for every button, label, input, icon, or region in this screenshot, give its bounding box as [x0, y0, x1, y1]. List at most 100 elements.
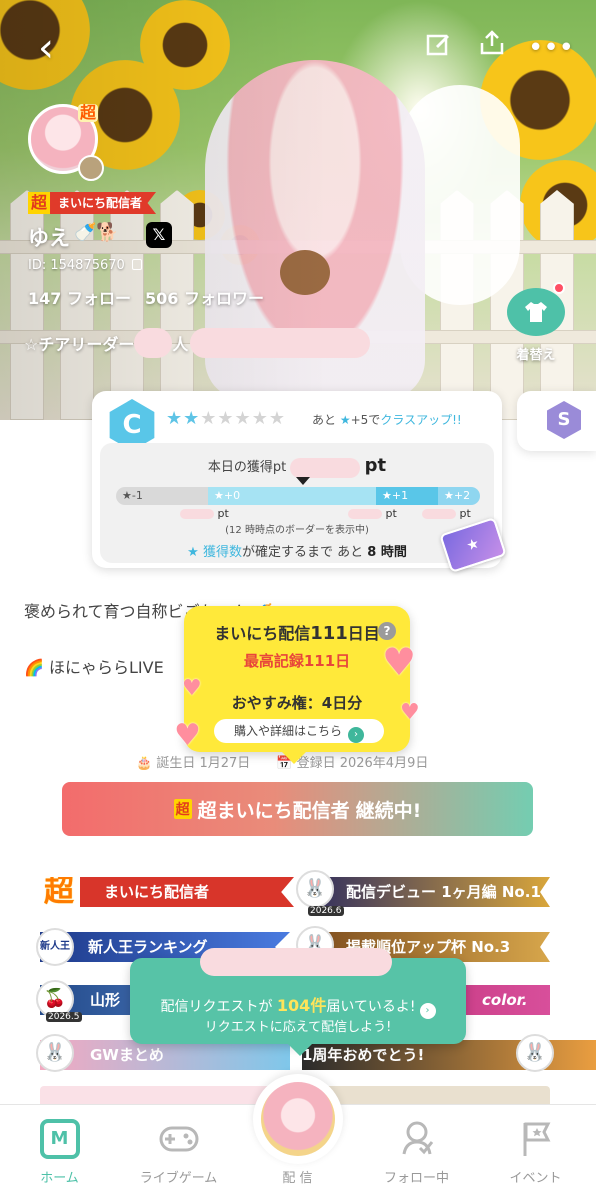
- confirm-star-icon: ★: [187, 545, 199, 560]
- stream-button[interactable]: [253, 1074, 343, 1164]
- pt-redacted: [180, 509, 214, 519]
- border-pt-2: pt: [348, 507, 397, 520]
- user-name: ゆえ: [28, 226, 70, 250]
- nav-event[interactable]: イベント: [476, 1105, 595, 1186]
- streak-title: まいにち配信111日目: [184, 620, 410, 644]
- nav-home[interactable]: M ホーム: [0, 1105, 119, 1186]
- continue-suffix: 継続中!: [355, 799, 422, 822]
- name-deco-icons: 🍼🐕: [74, 222, 119, 243]
- cheer-names-redacted: [190, 328, 371, 358]
- buy-details-label: 購入や詳細はこちら: [233, 724, 342, 738]
- heart-icon: ♥: [182, 676, 202, 701]
- chevron-right-icon: ›: [348, 727, 364, 743]
- pt-unit: pt: [385, 507, 397, 520]
- border-pt-1: pt: [180, 507, 229, 520]
- nav-live-game-label: ライブゲーム: [139, 1171, 218, 1186]
- mainichi-streamer-tag: 超 まいにち配信者: [28, 192, 157, 214]
- continue-main: 超まいにち配信者: [197, 799, 350, 822]
- edit-icon[interactable]: [418, 28, 458, 68]
- classup-star-icon: ★: [339, 413, 351, 427]
- segment-minus1: ★-1: [116, 487, 208, 505]
- badge-gw[interactable]: GWまとめ: [40, 1040, 290, 1070]
- nav-home-label: ホーム: [40, 1171, 79, 1186]
- help-icon[interactable]: ?: [378, 622, 396, 640]
- streak-days: 111: [310, 623, 348, 644]
- request-prefix: 配信リクエストが: [160, 999, 273, 1015]
- rabbit-icon: 🐰: [296, 870, 334, 908]
- request-unit: 件: [310, 996, 327, 1015]
- current-position-marker: [296, 477, 310, 485]
- rabbit-icon: 🐰: [516, 1034, 554, 1072]
- tag-text: まいにち配信者: [50, 192, 157, 214]
- today-points-label: 本日の獲得pt: [207, 460, 287, 475]
- dressup-label: 着替え: [516, 348, 556, 363]
- stars-earned: ★★: [166, 408, 201, 429]
- x-link-icon[interactable]: 𝕏: [146, 222, 172, 248]
- notification-dot: [553, 282, 565, 294]
- buy-details-button[interactable]: 購入や詳細はこちら ›: [214, 719, 384, 743]
- nav-live-game[interactable]: ライブゲーム: [119, 1105, 238, 1186]
- follower-count[interactable]: 506 フォロワー: [145, 285, 264, 309]
- today-points-redacted: [290, 457, 361, 478]
- event-flag-icon: [516, 1119, 556, 1159]
- user-id[interactable]: ID: 154875670: [28, 258, 142, 273]
- badge-year: 2026.6: [308, 906, 344, 916]
- request-redacted: [200, 948, 392, 976]
- confirm-hours: 8 時間: [367, 545, 407, 560]
- segment-plus1: ★+1: [376, 487, 438, 505]
- streak-continue-banner[interactable]: 超 超まいにち配信者 継続中!: [62, 782, 533, 836]
- stars-remaining: ★★★★★: [200, 408, 286, 429]
- confirm-note: ★ 獲得数が確定するまで あと 8 時間: [100, 541, 494, 560]
- ranking-box: 本日の獲得pt pt ★-1 ★+0 ★+1 ★+2 pt pt pt (12 …: [100, 443, 494, 563]
- user-id-text: ID: 154875670: [28, 258, 125, 273]
- nav-following[interactable]: フォロー中: [357, 1105, 476, 1186]
- follow-count[interactable]: 147 フォロー: [28, 285, 131, 309]
- pt-unit: pt: [459, 507, 471, 520]
- cheerleader-row[interactable]: ☆チアリーダー 人: [24, 328, 371, 358]
- badge-debut[interactable]: 配信デビュー 1ヶ月編 No.1: [302, 877, 550, 907]
- class-card[interactable]: C ★★★★★★★ あと ★+5でクラスアップ!! 本日の獲得pt pt ★-1…: [92, 391, 507, 573]
- next-class-tab[interactable]: S: [517, 391, 596, 451]
- badge-mainichi[interactable]: 超 まいにち配信者: [44, 877, 294, 907]
- more-icon[interactable]: •••: [528, 28, 574, 68]
- copy-icon[interactable]: [131, 259, 142, 270]
- classup-link[interactable]: クラスアップ!!: [380, 413, 461, 427]
- rest-rights: おやすみ権：4日分: [231, 694, 363, 712]
- dressup-button[interactable]: [507, 288, 565, 336]
- classup-text: あと ★+5でクラスアップ!!: [312, 411, 462, 428]
- nav-stream-label: 配 信: [282, 1171, 313, 1186]
- sub-avatar: [78, 155, 104, 181]
- nav-following-label: フォロー中: [383, 1171, 449, 1186]
- today-points: 本日の獲得pt pt: [100, 455, 494, 478]
- request-suffix: 届いているよ!: [326, 999, 416, 1015]
- segment-zero: ★+0: [208, 487, 376, 505]
- streak-title-suffix: 日目: [347, 624, 380, 643]
- rookie-icon: 新人王: [36, 928, 74, 966]
- share-icon[interactable]: [472, 28, 512, 68]
- heart-icon: ♥: [174, 718, 201, 753]
- request-popup[interactable]: 配信リクエストが 104件届いているよ! › リクエストに応えて配信しよう!: [130, 948, 466, 1056]
- pt-redacted: [422, 509, 456, 519]
- chevron-left-icon[interactable]: ‹: [26, 28, 66, 68]
- border-note: (12 時時点のボーダーを表示中): [225, 525, 369, 536]
- heart-icon: ♥: [400, 700, 420, 725]
- confirm-blue-text: 獲得数: [202, 545, 242, 560]
- segment-plus2: ★+2: [438, 487, 480, 505]
- classup-prefix: あと: [312, 413, 337, 427]
- rank-bar: ★-1 ★+0 ★+1 ★+2: [116, 487, 480, 505]
- nav-event-label: イベント: [509, 1171, 562, 1186]
- birthday: 🎂 誕生日 1月27日: [136, 756, 251, 771]
- home-icon: M: [39, 1119, 80, 1159]
- tag-chou: 超: [28, 192, 51, 214]
- stream-avatar-icon: [261, 1082, 335, 1156]
- follow-icon: [397, 1119, 437, 1159]
- request-line-1: 配信リクエストが 104件届いているよ! ›: [130, 992, 466, 1019]
- class-stars: ★★★★★★★: [166, 408, 286, 429]
- cheer-count-redacted: [134, 328, 173, 358]
- pt-unit: pt: [217, 507, 229, 520]
- streak-title-prefix: まいにち配信: [214, 624, 311, 643]
- badge-mainichi-text: まいにち配信者: [80, 877, 294, 907]
- classup-count: +5で: [350, 413, 381, 427]
- streak-popup[interactable]: まいにち配信111日目 ? 最高記録111日 おやすみ権：4日分 購入や詳細はこ…: [184, 606, 410, 764]
- rabbit-icon: 🐰: [36, 1034, 74, 1072]
